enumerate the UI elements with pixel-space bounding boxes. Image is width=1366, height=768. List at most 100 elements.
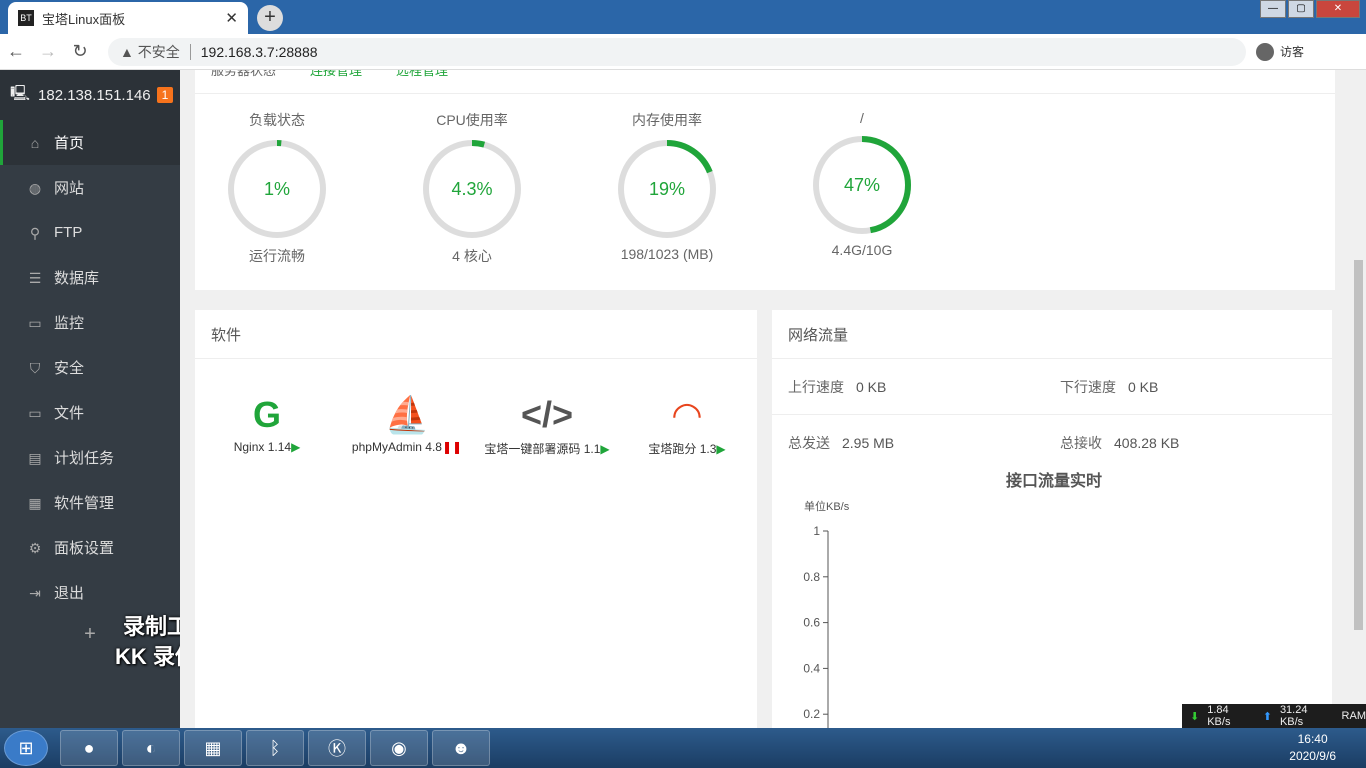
gauge-sub: 运行流畅 [249, 248, 305, 264]
sent-label: 总发送 [788, 435, 830, 451]
taskbar-app-edge[interactable]: ◐ [122, 730, 180, 766]
grid-icon: ▦ [28, 494, 42, 511]
software-panel: 软件 G Nginx 1.14▶ ⛵ phpMyAdmin 4.8❚❚ </> 宝塔… [195, 310, 757, 728]
sidebar-item-6[interactable]: ▭ 文件 [0, 390, 180, 435]
notification-badge[interactable]: 1 [156, 87, 174, 103]
gauge-2: 内存使用率 19% 198/1023 (MB) [587, 110, 747, 262]
address-bar-row: ← → ↻ ▲ 不安全 192.168.3.7:28888 访客 [0, 34, 1366, 70]
browser-tabbar: BT 宝塔Linux面板 ✕ + — ▢ ✕ [0, 0, 1366, 34]
taskbar-app-weibo[interactable]: ● [60, 730, 118, 766]
play-icon[interactable]: ▶ [600, 442, 609, 456]
taskbar-app-grid[interactable]: ▦ [184, 730, 242, 766]
software-item[interactable]: </> 宝塔一键部署源码 1.1▶ [472, 390, 622, 457]
sidebar-item-2[interactable]: ⚲ FTP [0, 210, 180, 255]
sidebar-item-label: 首页 [54, 135, 85, 152]
calendar-icon: ▤ [28, 449, 42, 466]
y-tick-label: 0.8 [803, 570, 820, 584]
close-window-button[interactable]: ✕ [1316, 0, 1360, 18]
gauge-value: 1% [263, 179, 290, 199]
back-icon[interactable]: ← [0, 41, 32, 62]
play-icon[interactable]: ▶ [291, 440, 300, 454]
sidebar-item-label: 软件管理 [54, 495, 115, 512]
software-name: Nginx 1.14 [233, 440, 292, 454]
tab-title: 宝塔Linux面板 [42, 11, 126, 27]
gauge-label: CPU使用率 [436, 112, 508, 128]
download-label: 下行速度 [1060, 378, 1116, 395]
sidebar-item-label: FTP [54, 224, 83, 241]
sidebar-item-label: 安全 [54, 360, 85, 377]
sidebar-item-9[interactable]: ⚙ 面板设置 [0, 525, 180, 570]
upload-arrow-icon: ⬆ [1262, 710, 1272, 723]
sidebar-item-label: 退出 [54, 585, 85, 602]
sidebar-item-0[interactable]: ⌂ 首页 [0, 120, 180, 165]
gauge-ring[interactable]: 4.3% [421, 138, 523, 240]
minimize-button[interactable]: — [1260, 0, 1286, 18]
remote-link[interactable]: 远程管理 [396, 70, 448, 79]
taskbar-app-kk[interactable]: Ⓚ [308, 730, 366, 766]
system-clock[interactable]: 16:40 2020/9/6 [1289, 731, 1336, 765]
new-tab-button[interactable]: + [257, 5, 283, 31]
sidebar-item-3[interactable]: ☰ 数据库 [0, 255, 180, 300]
sidebar-item-10[interactable]: ⇥ 退出 [0, 570, 180, 615]
y-tick-label: 0.6 [803, 616, 820, 630]
monitor-icon: ▭ [28, 314, 42, 331]
gauge-ring[interactable]: 1% [226, 138, 328, 240]
folder-icon: ▭ [28, 404, 42, 421]
host-ip: 182.138.151.146 [38, 86, 151, 104]
forward-icon[interactable]: → [32, 41, 64, 62]
taskbar-app-ninja[interactable]: ☻ [432, 730, 490, 766]
browser-tab[interactable]: BT 宝塔Linux面板 ✕ [8, 2, 248, 34]
main-content: 服务器状态 连接管理 远程管理 负载状态 1% 运行流畅 CPU使用率 4.3% … [180, 70, 1351, 728]
total-row: 总发送 2.95 MB 总接收 408.28 KB [772, 415, 1332, 471]
upload-label: 上行速度 [788, 378, 844, 395]
gauge-3: / 47% 4.4G/10G [782, 110, 942, 258]
pause-icon[interactable]: ❚❚ [442, 440, 462, 454]
ftp-icon: ⚲ [29, 224, 41, 241]
y-tick-label: 0.2 [803, 707, 820, 721]
software-name: 宝塔跑分 1.3 [648, 442, 717, 456]
down-speed: 1.84 KB/s [1207, 704, 1231, 728]
avatar-icon [1256, 42, 1274, 61]
sidebar-item-8[interactable]: ▦ 软件管理 [0, 480, 180, 525]
scrollbar-thumb[interactable] [1354, 260, 1363, 630]
gauge-value: 47% [843, 175, 881, 195]
total-sent: 2.95 MB [842, 435, 895, 451]
play-icon[interactable]: ▶ [716, 442, 725, 456]
gauge-ring[interactable]: 47% [811, 134, 913, 236]
gauge-sub: 4 核心 [452, 248, 492, 264]
software-name: phpMyAdmin 4.8 [351, 440, 442, 454]
recv-label: 总接收 [1060, 435, 1102, 451]
software-item[interactable]: ⛵ phpMyAdmin 4.8❚❚ [332, 390, 482, 454]
profile-button[interactable]: 访客 [1256, 42, 1305, 61]
taskbar-app-chrome[interactable]: ◉ [370, 730, 428, 766]
y-tick-label: 0.4 [803, 661, 820, 675]
nginx-icon: G [252, 394, 281, 435]
start-button[interactable]: ⊞ [4, 730, 48, 766]
gauge-ring[interactable]: 19% [616, 138, 718, 240]
gauge-0: 负载状态 1% 运行流畅 [197, 110, 357, 266]
page-scrollbar[interactable] [1351, 70, 1366, 728]
gauge-label: 负载状态 [249, 112, 305, 128]
maximize-button[interactable]: ▢ [1288, 0, 1314, 18]
reload-icon[interactable]: ↻ [64, 41, 96, 62]
gauge-1: CPU使用率 4.3% 4 核心 [392, 110, 552, 266]
taskbar: ⊞ ● ◐ ▦ ᛒ Ⓚ ◉ ☻ 16:40 2020/9/6 [0, 728, 1366, 768]
software-item[interactable]: G Nginx 1.14▶ [192, 390, 342, 454]
close-tab-icon[interactable]: ✕ [225, 9, 238, 27]
sidebar-item-7[interactable]: ▤ 计划任务 [0, 435, 180, 480]
sidebar-item-1[interactable]: ◍ 网站 [0, 165, 180, 210]
profile-label: 访客 [1280, 45, 1305, 59]
y-axis-label: 单位KB/s [804, 499, 850, 513]
sidebar-item-5[interactable]: ⛉ 安全 [0, 345, 180, 390]
net-speed-widget: ⬇ 1.84 KB/s ⬆ 31.24 KB/s RAM [1182, 704, 1366, 728]
chart-title: 接口流量实时 [1006, 471, 1102, 490]
sidebar-item-4[interactable]: ▭ 监控 [0, 300, 180, 345]
gauge-value: 4.3% [451, 179, 493, 199]
software-item[interactable]: ◠ 宝塔跑分 1.3▶ [612, 390, 762, 457]
url-input[interactable]: ▲ 不安全 192.168.3.7:28888 [108, 37, 1246, 66]
connection-link[interactable]: 连接管理 [310, 70, 362, 79]
gauge-label: / [860, 110, 864, 126]
window-controls: — ▢ ✕ [1260, 0, 1360, 18]
taskbar-app-bluetooth[interactable]: ᛒ [246, 730, 304, 766]
server-status-panel: 服务器状态 连接管理 远程管理 负载状态 1% 运行流畅 CPU使用率 4.3% … [195, 70, 1335, 290]
